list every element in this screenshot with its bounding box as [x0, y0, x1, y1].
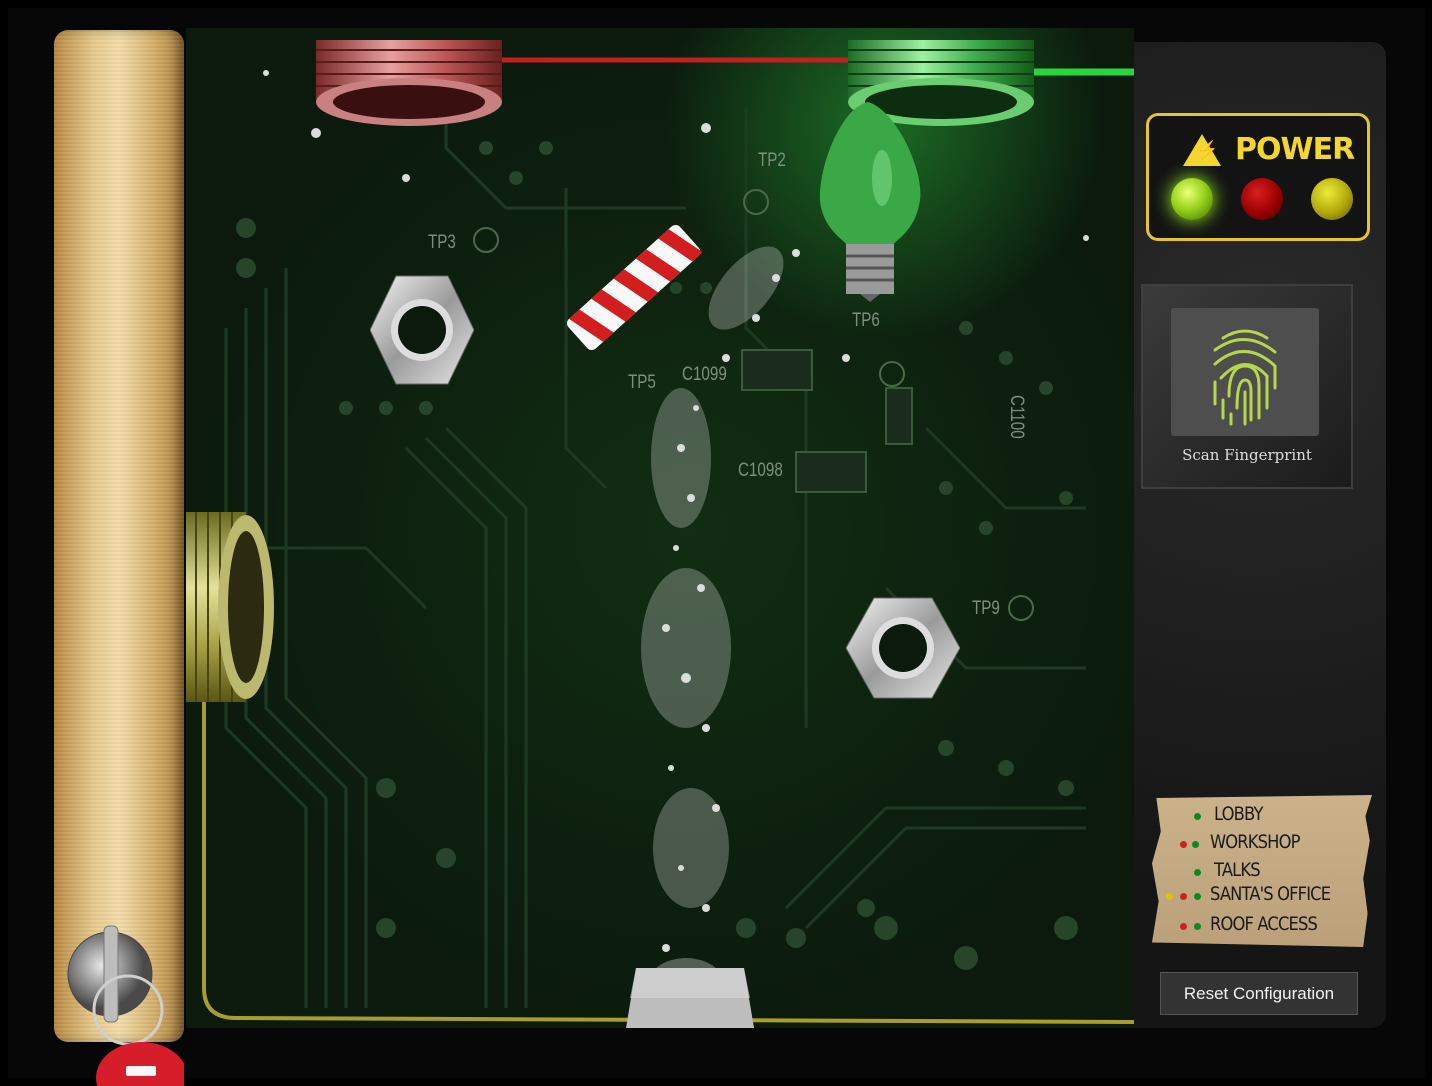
silver-emitter: [626, 968, 754, 1028]
hex-nut-upper[interactable]: [370, 274, 474, 386]
power-led-yellow: [1311, 178, 1353, 220]
power-indicator-box: ⚡ POWER: [1146, 113, 1370, 241]
cabinet-door-panel: [54, 30, 184, 1042]
legend-item-workshop: WORKSHOP: [1210, 831, 1300, 853]
legend-item-talks: TALKS: [1214, 859, 1261, 881]
fingerprint-scanner[interactable]: Scan Fingerprint: [1141, 284, 1353, 489]
label-c1099: C1099: [682, 364, 727, 385]
circuit-traces: [202, 48, 1134, 1024]
power-led-red: [1241, 178, 1283, 220]
scanner-label: Scan Fingerprint: [1182, 446, 1312, 464]
fingerprint-icon: [1213, 329, 1277, 426]
legend-dot: [1192, 841, 1199, 848]
label-tp5: TP5: [628, 372, 656, 393]
label-c1098: C1098: [738, 460, 783, 481]
legend-dot: [1194, 893, 1201, 900]
circuit-board: TP2 TP3 TP5 TP6 TP9 C1098 C1099 C1100: [186, 28, 1134, 1028]
power-title: POWER: [1235, 132, 1355, 167]
legend-item-lobby: LOBBY: [1214, 803, 1263, 825]
label-tp9: TP9: [972, 598, 1000, 619]
label-tp3: TP3: [428, 232, 456, 253]
power-led-green: [1171, 178, 1213, 220]
legend-dot: [1180, 893, 1187, 900]
red-socket[interactable]: [316, 40, 502, 130]
legend-dot: [1194, 923, 1201, 930]
legend-dot: [1194, 813, 1201, 820]
label-tp6: TP6: [852, 310, 880, 331]
location-legend-note: LOBBY WORKSHOP TALKS SANTA'S OFFICE ROOF…: [1152, 795, 1372, 947]
label-c1100: C1100: [1006, 395, 1027, 439]
label-tp2: TP2: [758, 150, 786, 171]
key-lock[interactable]: [64, 922, 184, 1086]
high-voltage-warning-icon: ⚡: [1183, 134, 1221, 166]
reset-configuration-button[interactable]: Reset Configuration: [1160, 972, 1358, 1015]
scanner-pad[interactable]: [1171, 308, 1319, 436]
gold-socket[interactable]: [186, 512, 278, 702]
candy-cane-piece[interactable]: [565, 214, 705, 364]
hex-nut-lower[interactable]: [846, 596, 960, 700]
green-light-bulb[interactable]: [816, 100, 926, 302]
legend-dot: [1180, 841, 1187, 848]
legend-dot: [1166, 893, 1173, 900]
legend-dot: [1180, 923, 1187, 930]
legend-item-santas-office: SANTA'S OFFICE: [1210, 883, 1331, 905]
legend-dot: [1194, 869, 1201, 876]
legend-item-roof-access: ROOF ACCESS: [1210, 913, 1318, 935]
